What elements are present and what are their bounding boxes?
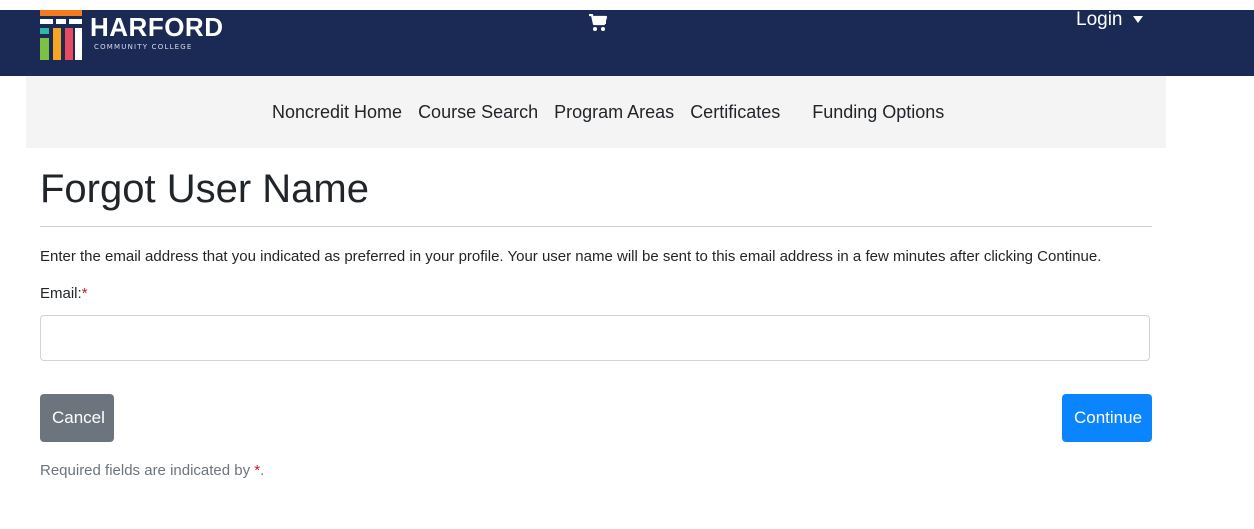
harford-logo-icon	[40, 10, 82, 60]
nav-items: Noncredit Home Course Search Program Are…	[272, 100, 960, 124]
instructions-text: Enter the email address that you indicat…	[40, 248, 1102, 265]
nav-funding-options[interactable]: Funding Options	[812, 100, 944, 124]
email-label-text: Email:	[40, 285, 82, 302]
login-label: Login	[1076, 9, 1123, 30]
title-divider	[40, 226, 1152, 227]
page-title: Forgot User Name	[40, 167, 369, 211]
required-asterisk: *	[81, 285, 88, 302]
required-note-prefix: Required fields are indicated by	[40, 462, 255, 479]
logo-name: HARFORD	[90, 12, 224, 42]
cancel-button[interactable]: Cancel	[40, 394, 114, 442]
nav-certificates[interactable]: Certificates	[690, 100, 780, 124]
cart-icon[interactable]	[588, 13, 608, 32]
main-content: Forgot User Name Enter the email address…	[40, 150, 1152, 482]
required-note-suffix: .	[260, 462, 265, 479]
logo-subtitle: COMMUNITY COLLEGE	[94, 43, 193, 51]
top-header: HARFORD COMMUNITY COLLEGE Login	[0, 10, 1254, 76]
form-actions: Cancel Continue	[40, 394, 1152, 442]
logo-text: HARFORD COMMUNITY COLLEGE	[90, 10, 224, 52]
nav-noncredit-home[interactable]: Noncredit Home	[272, 100, 402, 124]
harford-logo[interactable]: HARFORD COMMUNITY COLLEGE	[40, 10, 223, 62]
secondary-nav: Noncredit Home Course Search Program Are…	[26, 76, 1166, 148]
continue-button[interactable]: Continue	[1062, 394, 1152, 442]
nav-program-areas[interactable]: Program Areas	[554, 100, 674, 124]
nav-course-search[interactable]: Course Search	[418, 100, 538, 124]
email-input[interactable]	[40, 315, 1150, 361]
login-menu[interactable]: Login	[1076, 10, 1143, 30]
email-label: Email:*	[40, 283, 1152, 305]
caret-down-icon	[1132, 16, 1143, 23]
required-fields-note: Required fields are indicated by *.	[40, 460, 1152, 482]
